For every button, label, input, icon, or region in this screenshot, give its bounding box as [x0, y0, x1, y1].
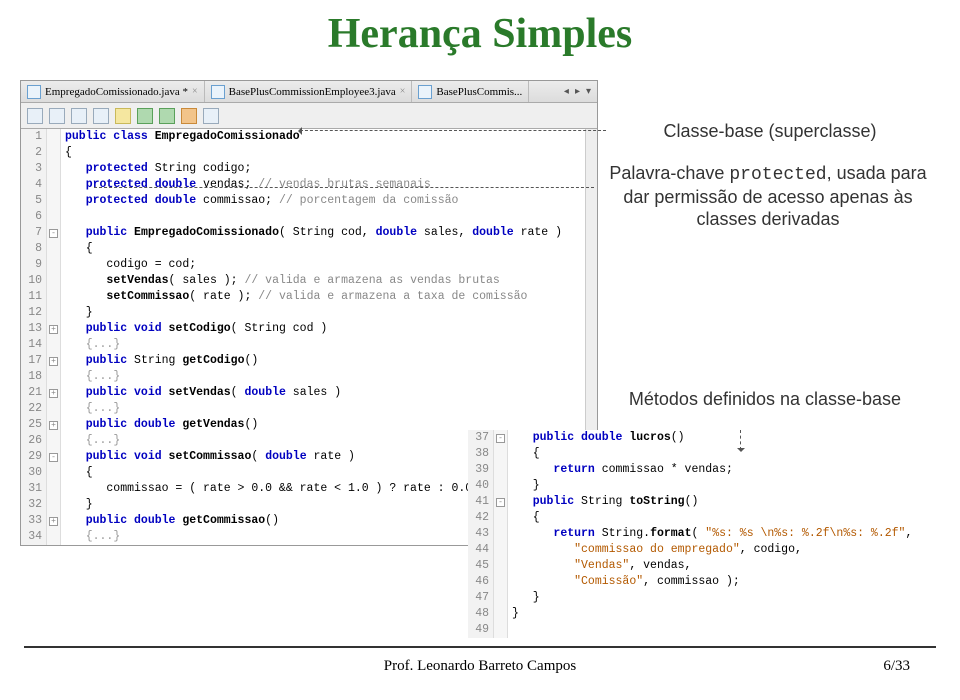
toolbar-icon[interactable]: [27, 108, 43, 124]
tab-label: BasePlusCommis...: [436, 86, 522, 98]
page-title: Herança Simples: [0, 10, 960, 58]
tab-label: EmpregadoComissionado.java *: [45, 86, 188, 98]
footer-divider: [24, 646, 936, 648]
java-file-icon: [418, 85, 432, 99]
scroll-right-icon[interactable]: ▸: [573, 86, 582, 97]
editor-tab[interactable]: BasePlusCommis...: [412, 81, 529, 102]
close-icon[interactable]: ×: [192, 86, 198, 97]
editor-tab[interactable]: EmpregadoComissionado.java * ×: [21, 81, 205, 102]
code-editor-secondary: 37 38 39 40 41 42 43 44 45 46 47 48 49 -…: [468, 430, 938, 638]
line-number-gutter: 1 2 3 4 5 6 7 8 9 10 11 12 13 14 17 18 2…: [21, 129, 47, 545]
footer-author: Prof. Leonardo Barreto Campos: [0, 658, 960, 675]
code-content: public double lucros() { return commissa…: [508, 430, 938, 638]
footer-page-number: 6/33: [883, 658, 910, 675]
toolbar-icon[interactable]: [49, 108, 65, 124]
annotation-methods: Métodos definidos na classe-base: [600, 388, 930, 410]
toolbar-icon[interactable]: [115, 108, 131, 124]
toolbar-icon[interactable]: [93, 108, 109, 124]
leader-line: [94, 187, 594, 188]
dropdown-icon[interactable]: ▾: [584, 86, 593, 97]
line-number-gutter: 37 38 39 40 41 42 43 44 45 46 47 48 49: [468, 430, 494, 638]
editor-tab[interactable]: BasePlusCommissionEmployee3.java ×: [205, 81, 413, 102]
fold-column: - -: [494, 430, 508, 638]
toolbar-icon[interactable]: [181, 108, 197, 124]
tab-scroll-controls: ◂ ▸ ▾: [562, 86, 597, 97]
toolbar-icon[interactable]: [203, 108, 219, 124]
editor-tab-bar: EmpregadoComissionado.java * × BasePlusC…: [21, 81, 597, 103]
editor-toolbar: [21, 103, 597, 129]
fold-column: - + + + + - +: [47, 129, 61, 545]
keyword-protected: protected: [729, 165, 826, 185]
tab-label: BasePlusCommissionEmployee3.java: [229, 86, 396, 98]
leader-line: [740, 430, 741, 450]
close-icon[interactable]: ×: [400, 86, 406, 97]
toolbar-icon[interactable]: [159, 108, 175, 124]
toolbar-icon[interactable]: [137, 108, 153, 124]
leader-line: [300, 130, 606, 131]
annotation-superclass: Classe-base (superclasse): [610, 120, 930, 142]
annotation-protected: Palavra-chave protected, usada para dar …: [594, 162, 942, 230]
annotation-text: Palavra-chave: [609, 163, 729, 183]
scroll-left-icon[interactable]: ◂: [562, 86, 571, 97]
java-file-icon: [211, 85, 225, 99]
toolbar-icon[interactable]: [71, 108, 87, 124]
java-file-icon: [27, 85, 41, 99]
